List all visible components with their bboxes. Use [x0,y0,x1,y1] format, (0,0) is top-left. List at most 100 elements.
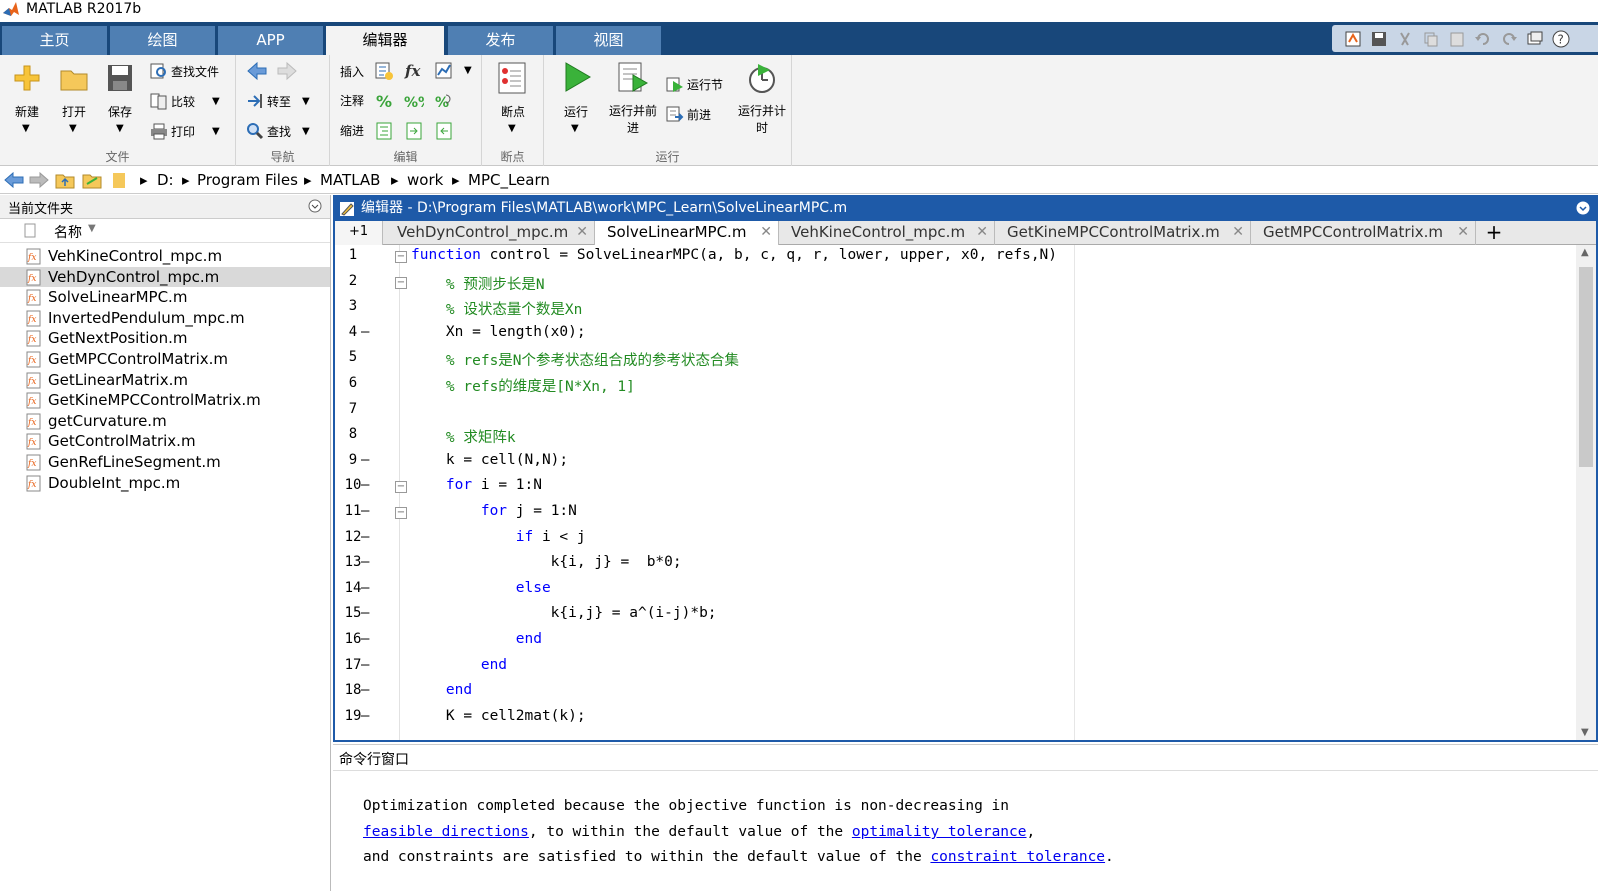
undo-icon[interactable] [1474,30,1492,48]
constraint-tolerance-link[interactable]: constraint tolerance [930,849,1105,865]
forward-arrow-icon[interactable] [276,61,298,81]
open-button[interactable]: 打开 [53,103,95,120]
breakpoint-marker[interactable]: — [361,324,373,340]
file-list-item[interactable]: fx GetLinearMatrix.m [0,370,330,391]
open-dropdown-icon[interactable]: ▼ [69,123,77,134]
feasible-directions-link[interactable]: feasible directions [363,824,529,840]
advance-button[interactable]: 前进 [666,105,711,123]
browse-folder-icon[interactable] [82,171,102,189]
file-list-item[interactable]: fx GenRefLineSegment.m [0,452,330,473]
goto-dropdown-icon[interactable]: ▼ [302,96,310,107]
file-list-item[interactable]: fx GetControlMatrix.m [0,431,330,452]
save-icon[interactable] [1370,30,1388,48]
editor-tab-getkine[interactable]: GetKineMPCControlMatrix.m ✕ [995,221,1251,245]
optimality-tolerance-link[interactable]: optimality tolerance [852,824,1027,840]
code-fold-toggle[interactable]: − [395,507,407,519]
find-button[interactable]: 查找 ▼ [246,122,310,140]
tab-home[interactable]: 主页 [2,26,107,55]
comment-percent-icon[interactable]: % [374,91,394,111]
editor-menu-icon[interactable] [1576,201,1590,215]
breadcrumb-program-files[interactable]: Program Files [197,171,298,189]
close-tab-icon[interactable]: ✕ [1457,221,1469,244]
breakpoint-marker[interactable]: — [361,580,373,596]
run-and-time-button[interactable]: 运行并计时 [738,103,786,137]
editor-scrollbar[interactable]: ▲ ▼ [1576,245,1596,740]
tab-apps[interactable]: APP [218,26,323,55]
save-disk-icon[interactable] [106,63,134,93]
new-dropdown-icon[interactable]: ▼ [22,123,30,134]
back-arrow-icon[interactable] [246,61,268,81]
breakpoints-icon[interactable] [496,61,528,95]
tab-overflow-count[interactable]: +1 [335,221,383,245]
uncomment-percent-icon[interactable]: %% [404,91,424,111]
decrease-indent-icon[interactable] [434,121,454,141]
breakpoint-marker[interactable]: — [361,503,373,519]
wrap-comments-icon[interactable]: % [434,91,454,111]
close-tab-icon[interactable]: ✕ [976,221,988,244]
new-icon[interactable] [12,63,42,93]
breakpoints-dropdown-icon[interactable]: ▼ [508,123,516,134]
help-icon[interactable]: ? [1552,30,1570,48]
increase-indent-icon[interactable] [404,121,424,141]
file-list-item[interactable]: fx getCurvature.m [0,411,330,432]
run-play-icon[interactable] [562,61,592,93]
code-fold-toggle[interactable]: − [395,251,407,263]
breakpoint-marker[interactable]: — [361,529,373,545]
tab-editor[interactable]: 编辑器 [326,26,444,55]
file-list-item[interactable]: fx SolveLinearMPC.m [0,287,330,308]
insert-section-icon[interactable] [374,61,394,81]
file-list-item[interactable]: fx GetNextPosition.m [0,328,330,349]
breakpoint-marker[interactable]: — [361,605,373,621]
run-dropdown-icon[interactable]: ▼ [571,123,579,134]
editor-tab-vehkine[interactable]: VehKineControl_mpc.m ✕ [779,221,995,245]
goto-button[interactable]: 转至 ▼ [246,92,310,110]
close-tab-icon[interactable]: ✕ [1232,221,1244,244]
close-tab-icon[interactable]: ✕ [576,221,588,244]
redo-icon[interactable] [1500,30,1518,48]
compare-button[interactable]: 比较 ▼ [150,92,220,110]
file-list-item[interactable]: fx VehDynControl_mpc.m [0,266,330,288]
breadcrumb-work[interactable]: work [407,171,443,189]
find-dropdown-icon[interactable]: ▼ [302,126,310,137]
print-button[interactable]: 打印 ▼ [150,122,220,140]
code-fold-toggle[interactable]: − [395,276,407,289]
copy-icon[interactable] [1422,30,1440,48]
up-folder-icon[interactable] [55,171,75,189]
file-list-item[interactable]: fx GetMPCControlMatrix.m [0,349,330,370]
file-list-item[interactable]: fx InvertedPendulum_mpc.m [0,308,330,329]
editor-tab-getmpc[interactable]: GetMPCControlMatrix.m ✕ [1251,221,1476,245]
new-button[interactable]: 新建 [6,103,48,120]
scroll-up-icon[interactable]: ▲ [1581,247,1589,258]
scroll-down-icon[interactable]: ▼ [1581,727,1589,738]
breakpoints-button[interactable]: 断点 [482,103,544,120]
breadcrumb-matlab[interactable]: MATLAB [320,171,380,189]
run-button[interactable]: 运行 [552,103,600,120]
switch-windows-icon[interactable] [1526,30,1544,48]
panel-menu-icon[interactable] [308,199,322,213]
insert-dropdown-icon[interactable]: ▼ [464,65,472,76]
code-fold-toggle[interactable]: − [395,481,407,494]
save-dropdown-icon[interactable]: ▼ [116,123,124,134]
breakpoint-marker[interactable]: — [361,477,373,493]
nav-back-icon[interactable] [4,172,24,188]
editor-tab-vehdyn[interactable]: VehDynControl_mpc.m ✕ [385,221,595,245]
find-files-button[interactable]: 查找文件 [150,62,219,80]
nav-forward-icon[interactable] [29,172,49,188]
layout-icon[interactable] [1344,30,1362,48]
print-dropdown-icon[interactable]: ▼ [212,126,220,137]
file-list-item[interactable]: fx DoubleInt_mpc.m [0,473,330,494]
file-list-item[interactable]: fx GetKineMPCControlMatrix.m [0,390,330,411]
breadcrumb-d[interactable]: D: [157,171,174,189]
breakpoint-marker[interactable]: — [361,452,373,468]
compare-dropdown-icon[interactable]: ▼ [212,96,220,107]
breakpoint-marker[interactable]: — [361,657,373,673]
editor-tab-solvelinear[interactable]: SolveLinearMPC.m ✕ [595,221,779,245]
run-and-time-icon[interactable] [746,61,778,95]
save-button[interactable]: 保存 [99,103,141,120]
breadcrumb-mpc-learn[interactable]: MPC_Learn [468,171,550,189]
scrollbar-thumb[interactable] [1579,267,1593,467]
run-section-button[interactable]: 运行节 [666,75,723,93]
insert-function-fx-icon[interactable]: fx [404,61,424,81]
smart-indent-icon[interactable] [374,121,394,141]
close-tab-icon[interactable]: ✕ [760,221,772,244]
